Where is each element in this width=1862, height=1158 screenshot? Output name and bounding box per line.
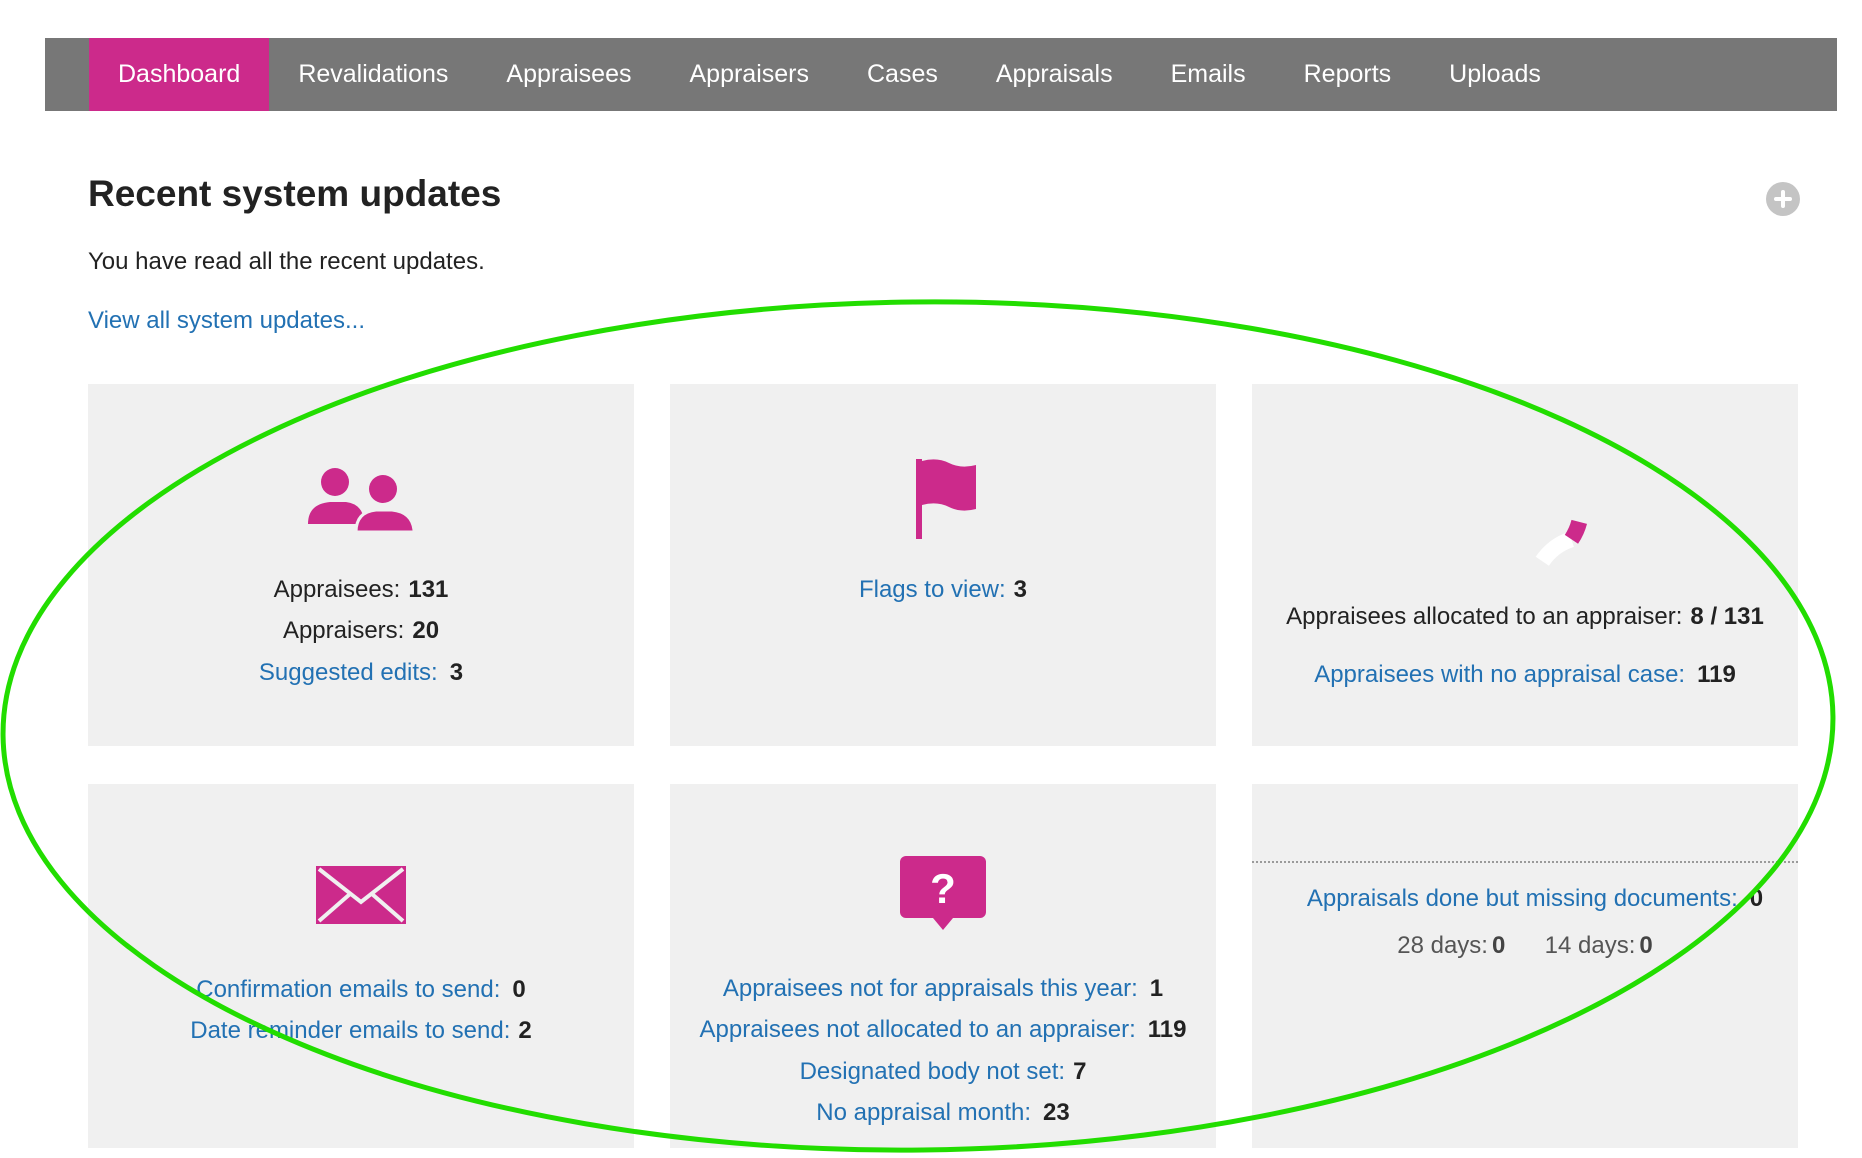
allocated-label: Appraisees allocated to an appraiser: (1286, 603, 1683, 630)
not-for-appraisals-row: Appraisees not for appraisals this year:… (670, 975, 1216, 1003)
no-month-link[interactable]: No appraisal month: (816, 1099, 1031, 1126)
suggested-edits-value: 3 (449, 659, 464, 686)
not-allocated-row: Appraisees not allocated to an appraiser… (670, 1016, 1216, 1044)
flags-value: 3 (1013, 576, 1028, 603)
flags-card: Flags to view: 3 (670, 384, 1216, 746)
flags-row: Flags to view: 3 (670, 576, 1216, 604)
d14-label: 14 days: (1544, 932, 1636, 959)
reminder-emails-value: 2 (518, 1017, 532, 1044)
allocated-row: Appraisees allocated to an appraiser: 8 /… (1252, 603, 1798, 631)
users-icon (308, 468, 414, 532)
nav-revalidations[interactable]: Revalidations (269, 38, 477, 111)
allocated-value: 8 / 131 (1690, 603, 1764, 630)
nav-appraisees[interactable]: Appraisees (477, 38, 660, 111)
reminder-emails-link[interactable]: Date reminder emails to send: (190, 1017, 510, 1044)
nav-uploads[interactable]: Uploads (1420, 38, 1570, 111)
no-case-value: 119 (1697, 661, 1736, 688)
appraisers-label: Appraisers: (282, 617, 405, 644)
confirmation-emails-value: 0 (512, 976, 526, 1003)
not-for-appraisals-value: 1 (1149, 975, 1164, 1002)
not-allocated-value: 119 (1147, 1016, 1187, 1043)
body-not-set-link[interactable]: Designated body not set: (800, 1058, 1066, 1085)
confirmation-emails-row: Confirmation emails to send: 0 (88, 976, 634, 1004)
confirmation-emails-link[interactable]: Confirmation emails to send: (196, 976, 500, 1003)
divider (1252, 861, 1798, 863)
flags-to-view-link[interactable]: Flags to view: (859, 576, 1006, 603)
nav-dashboard[interactable]: Dashboard (89, 38, 270, 111)
no-appraisal-case-link[interactable]: Appraisees with no appraisal case: (1314, 661, 1685, 688)
suggested-edits-row: Suggested edits: 3 (88, 659, 634, 687)
missing-docs-breakdown: 28 days: 0 14 days: 0 (1252, 932, 1798, 960)
main-nav: Dashboard Revalidations Appraisees Appra… (45, 38, 1837, 111)
missing-docs-link[interactable]: Appraisals done but missing documents: (1307, 885, 1738, 912)
missing-docs-row: Appraisals done but missing documents: 0 (1252, 885, 1798, 913)
not-allocated-link[interactable]: Appraisees not allocated to an appraiser… (700, 1016, 1136, 1043)
body-not-set-row: Designated body not set: 7 (670, 1058, 1216, 1086)
svg-text:?: ? (930, 865, 956, 912)
envelope-icon (316, 866, 406, 924)
nav-appraisals[interactable]: Appraisals (967, 38, 1142, 111)
nav-reports[interactable]: Reports (1275, 38, 1421, 111)
updates-message: You have read all the recent updates. (88, 248, 485, 275)
suggested-edits-link[interactable]: Suggested edits: (259, 659, 438, 686)
appraisers-count-row: Appraisers: 20 (88, 617, 634, 645)
d14-value: 0 (1639, 932, 1653, 959)
issues-card: ? Appraisees not for appraisals this yea… (670, 784, 1216, 1148)
nav-emails[interactable]: Emails (1142, 38, 1275, 111)
no-case-row: Appraisees with no appraisal case: 119 (1252, 661, 1798, 689)
nav-appraisers[interactable]: Appraisers (660, 38, 838, 111)
appraisees-label: Appraisees: (273, 576, 401, 603)
appraisees-count-row: Appraisees: 131 (88, 576, 634, 604)
body-not-set-value: 7 (1073, 1058, 1087, 1085)
no-month-row: No appraisal month: 23 (670, 1099, 1216, 1127)
appraisers-value: 20 (412, 617, 440, 644)
not-for-appraisals-link[interactable]: Appraisees not for appraisals this year: (723, 975, 1138, 1002)
progress-ring-icon (1535, 519, 1587, 567)
reminder-emails-row: Date reminder emails to send: 2 (88, 1017, 634, 1045)
flag-icon (916, 459, 976, 539)
view-all-updates-link[interactable]: View all system updates... (88, 307, 365, 335)
no-month-value: 23 (1043, 1099, 1070, 1126)
expand-plus-icon[interactable] (1766, 182, 1800, 216)
nav-cases[interactable]: Cases (838, 38, 967, 111)
allocation-card: Appraisees allocated to an appraiser: 8 /… (1252, 384, 1798, 746)
missing-docs-value: 0 (1749, 885, 1764, 912)
d28-label: 28 days: (1397, 932, 1488, 959)
page-title: Recent system updates (88, 173, 502, 214)
question-bubble-icon: ? (900, 856, 986, 930)
people-card: Appraisees: 131 Appraisers: 20 Suggested e… (88, 384, 634, 746)
emails-card: Confirmation emails to send: 0 Date remin… (88, 784, 634, 1148)
d28-value: 0 (1491, 932, 1506, 959)
appraisees-value: 131 (408, 576, 449, 603)
missing-docs-card: Appraisals done but missing documents: 0 … (1252, 784, 1798, 1148)
